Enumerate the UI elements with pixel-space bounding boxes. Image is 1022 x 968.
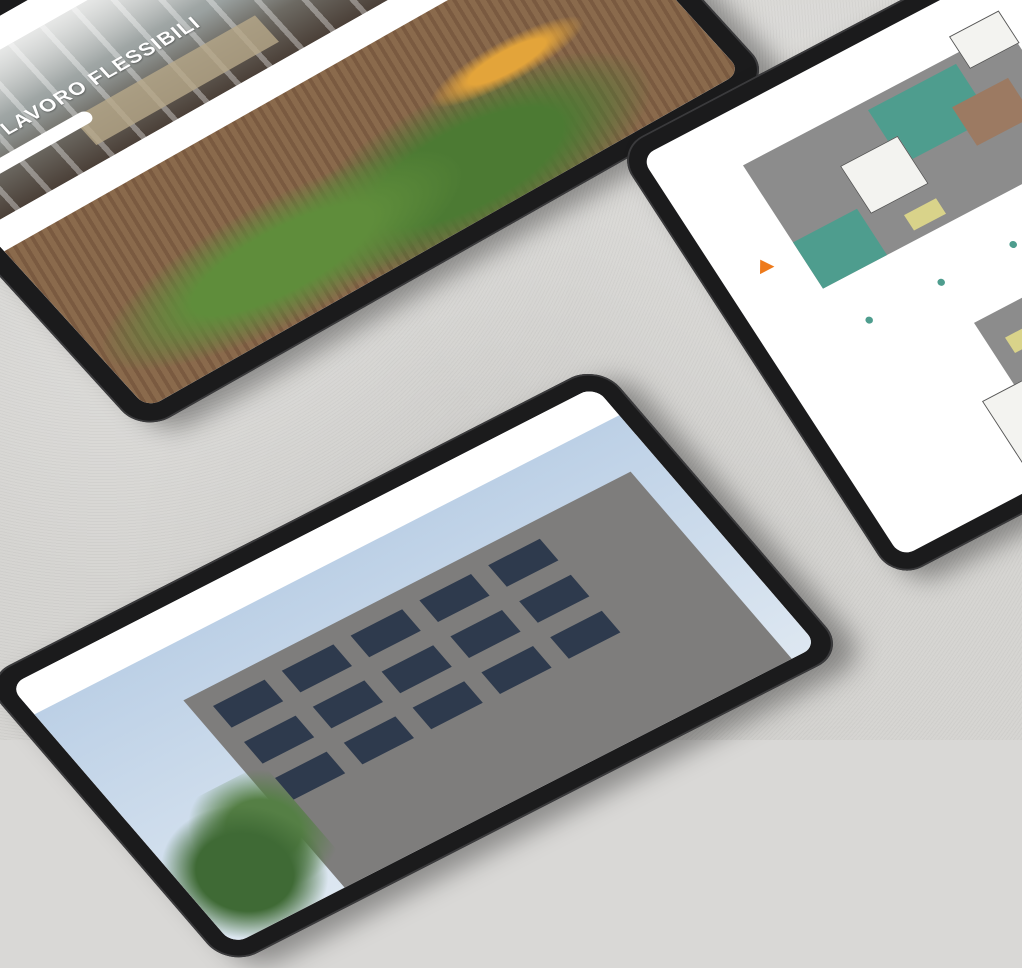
- legend-item: [936, 275, 951, 288]
- legend-item: [1008, 237, 1022, 250]
- floor-plan-lower: [942, 213, 1022, 486]
- legend-swatch: [864, 315, 875, 325]
- legend-swatch: [1008, 239, 1019, 250]
- north-arrow-icon: [753, 255, 775, 275]
- legend-swatch: [936, 277, 947, 288]
- legend-item: [864, 313, 879, 325]
